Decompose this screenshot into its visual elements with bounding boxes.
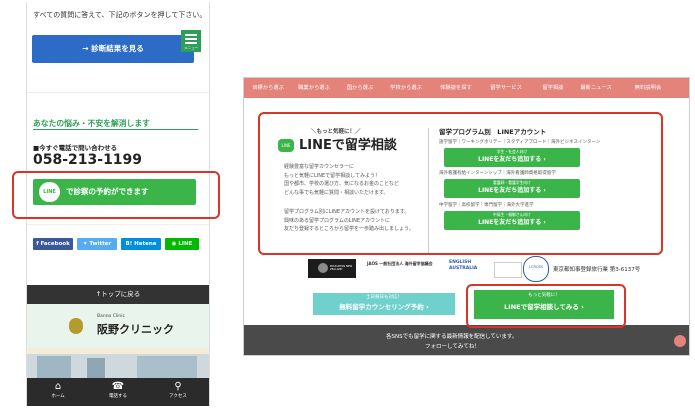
nav-home[interactable]: ⌂ ホーム — [41, 380, 75, 404]
top-nav-bar: 目標から選ぶ 職業から選ぶ 国から選ぶ 学校から選ぶ 体験談を探す 留学サービス… — [244, 78, 689, 98]
nav-item-consult[interactable]: 留学相談 — [536, 80, 570, 96]
phone-icon: ☎ — [111, 381, 125, 392]
clinic-header: Banno Clinic 阪野クリニック — [27, 304, 209, 348]
button-label: 無料留学カウンセリング予約 › — [339, 303, 429, 311]
nav-item-service[interactable]: 留学サービス — [484, 80, 528, 96]
logo-jcross: J-CROSS — [523, 256, 549, 282]
photo-ceiling — [27, 348, 209, 354]
hatena-icon: B! — [125, 241, 135, 247]
highlight-box — [466, 284, 626, 328]
hamburger-icon-line — [185, 38, 197, 40]
phone-label: ■今すぐ電話で問い合わせる — [33, 144, 118, 152]
logo-text: ENGLISH AUSTRALIA — [449, 260, 478, 271]
button-sub: 土日祝日も対応！ — [366, 295, 402, 300]
hamburger-icon — [185, 34, 197, 36]
heading-underline — [33, 129, 198, 130]
nav-item-goal[interactable]: 目標から選ぶ — [246, 80, 290, 96]
nav-item-news[interactable]: 最新ニュース — [574, 80, 618, 96]
worry-heading: あなたの悩み・不安を解消します — [33, 119, 150, 128]
hamburger-icon-line — [185, 42, 197, 44]
clinic-name-jp: 阪野クリニック — [97, 323, 174, 336]
logo-text: JAOS 一般社団法人 海外留学協議会 — [367, 261, 433, 266]
nav-item-seminar[interactable]: 無料説明会 — [626, 80, 670, 96]
clinic-photo — [27, 348, 209, 378]
logo-mark-icon — [318, 263, 328, 273]
share-label: Hatena — [134, 241, 157, 247]
share-label: Facebook — [40, 241, 70, 247]
scroll-top-icon[interactable] — [674, 335, 686, 347]
divider — [27, 224, 209, 225]
nav-label: アクセス — [169, 394, 187, 399]
divider — [27, 92, 209, 93]
sns-follow-text: フォローしてみてね！ — [425, 344, 480, 350]
nav-label: 電話する — [109, 394, 127, 399]
bottom-nav: ⌂ ホーム ☎ 電話する ⚲ アクセス — [27, 378, 209, 406]
nav-access[interactable]: ⚲ アクセス — [161, 380, 195, 404]
home-icon: ⌂ — [54, 381, 62, 392]
nav-label: ホーム — [51, 394, 65, 399]
diagnose-button[interactable]: → 診断結果を見る — [32, 35, 194, 63]
clinic-name-en: Banno Clinic — [97, 314, 125, 319]
sns-text: 各SNSでも留学に関する最新情報を配信しています。 — [386, 334, 518, 340]
logo-education-nz: EDUCATION NEW ZEALAND — [308, 259, 356, 278]
nav-item-country[interactable]: 国から選ぶ — [340, 80, 380, 96]
share-label: Twitter — [89, 241, 112, 247]
back-to-top-button[interactable]: ↑トップに戻る — [27, 285, 209, 304]
share-line-button[interactable]: ◉ LINE — [165, 238, 199, 250]
clinic-emblem-icon — [69, 318, 83, 334]
menu-label: メニュー — [184, 46, 198, 50]
instruction-text: すべての質問に答えて、下記のボタンを押して下さい。 — [33, 11, 207, 19]
highlight-box — [258, 112, 663, 255]
share-facebook-button[interactable]: f Facebook — [33, 238, 73, 250]
logo-english-australia: ENGLISH AUSTRALIA — [449, 258, 491, 280]
share-twitter-button[interactable]: ✦ Twitter — [77, 238, 117, 250]
travel-registration: 東京都知事登録旅行業 第3-6137号 — [553, 267, 641, 273]
nav-item-school[interactable]: 学校から選ぶ — [384, 80, 428, 96]
highlight-box — [12, 171, 220, 219]
counseling-reserve-button[interactable]: 土日祝日も対応！ 無料留学カウンセリング予約 › — [313, 293, 455, 315]
map-pin-icon: ⚲ — [174, 381, 182, 392]
photo-window — [87, 358, 105, 378]
share-hatena-button[interactable]: B! Hatena — [121, 238, 161, 250]
nav-item-job[interactable]: 職業から選ぶ — [292, 80, 336, 96]
nav-phone[interactable]: ☎ 電話する — [101, 380, 135, 404]
photo-window — [137, 356, 197, 378]
phone-number[interactable]: 058-213-1199 — [33, 152, 142, 168]
sns-footer: 各SNSでも留学に関する最新情報を配信しています。 フォローしてみてね！ — [244, 325, 689, 355]
share-label: LINE — [178, 241, 193, 247]
logo-badge — [494, 262, 522, 278]
logo-jaos: JAOS 一般社団法人 海外留学協議会 — [367, 259, 437, 278]
photo-window — [37, 356, 71, 378]
nav-item-experience[interactable]: 体験談を探す — [434, 80, 478, 96]
logo-text: J-CROSS — [528, 265, 544, 269]
logo-text: EDUCATION NEW ZEALAND — [330, 265, 353, 272]
menu-button[interactable]: メニュー — [181, 30, 201, 52]
